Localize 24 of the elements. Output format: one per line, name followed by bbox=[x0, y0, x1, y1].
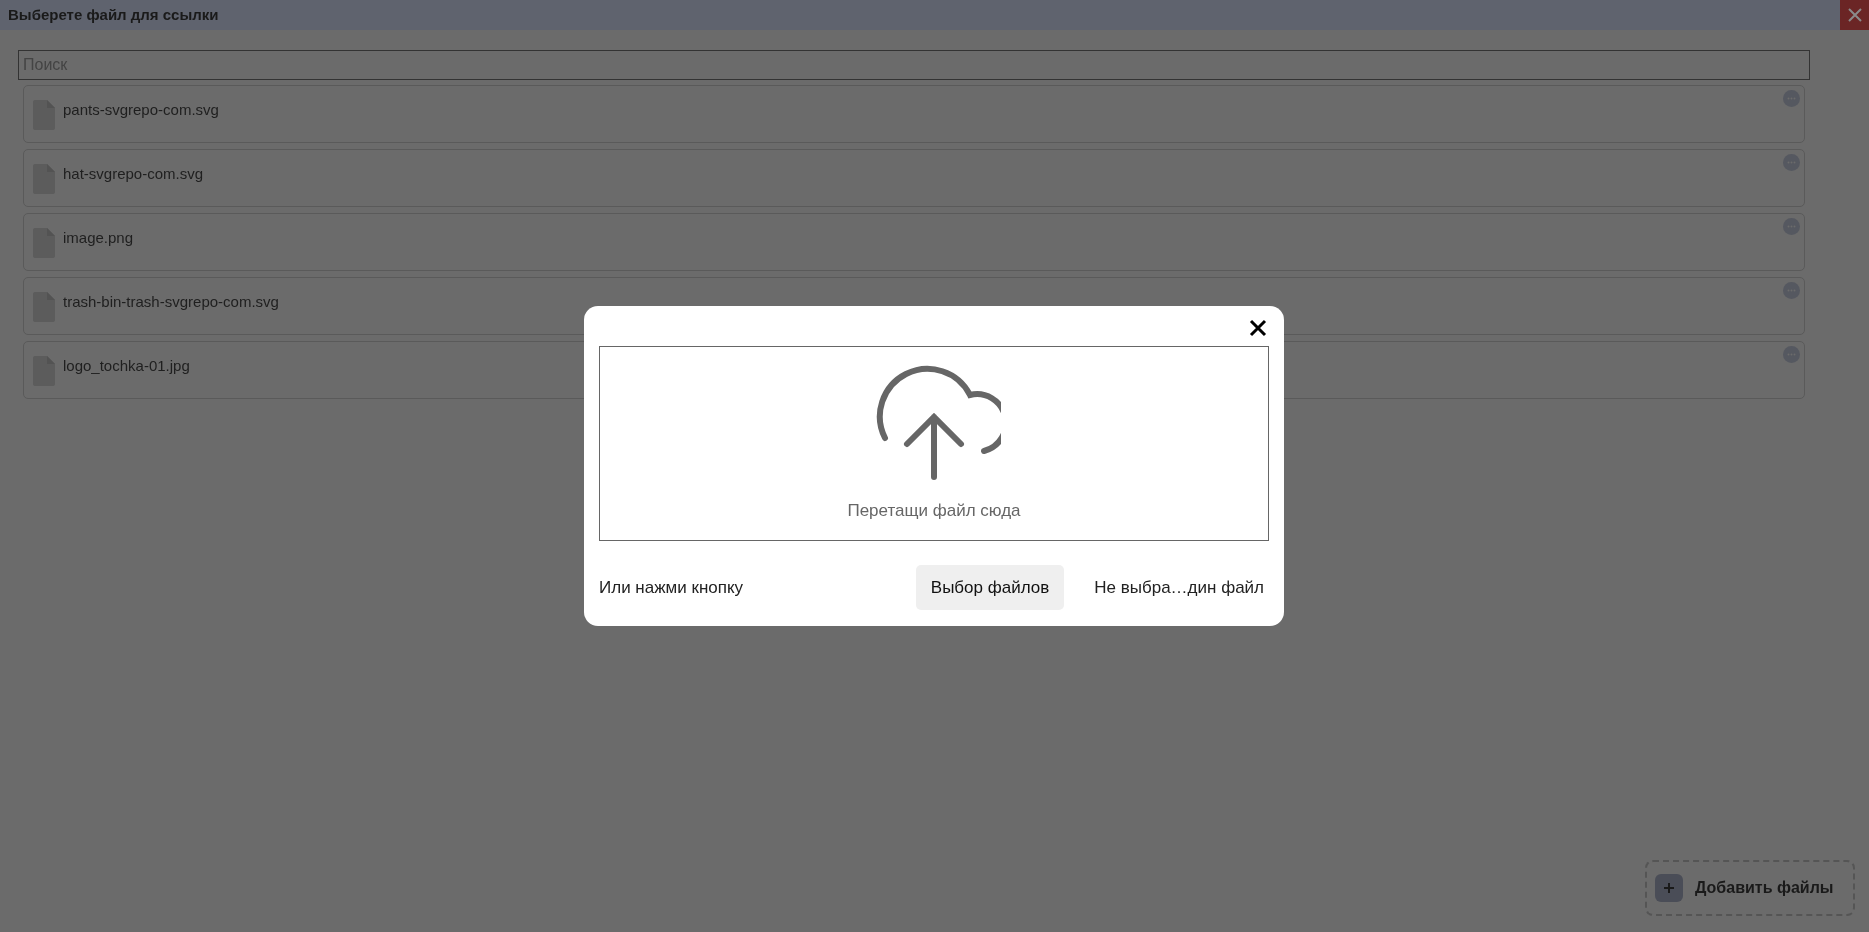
close-icon bbox=[1249, 319, 1267, 337]
file-status: Не выбра…дин файл bbox=[1094, 576, 1265, 599]
hint-text: Или нажми кнопку bbox=[599, 576, 744, 599]
window-title: Выберете файл для ссылки bbox=[8, 4, 219, 25]
file-icon bbox=[33, 292, 55, 322]
file-icon bbox=[33, 228, 55, 258]
file-icon bbox=[33, 356, 55, 386]
file-name: pants-svgrepo-com.svg bbox=[63, 99, 219, 120]
file-card[interactable]: hat-svgrepo-com.svg bbox=[23, 149, 1805, 207]
close-icon bbox=[1846, 7, 1863, 23]
file-name: hat-svgrepo-com.svg bbox=[63, 163, 204, 184]
choose-files-button[interactable]: Выбор файлов bbox=[915, 565, 1065, 610]
close-button[interactable] bbox=[1248, 318, 1268, 338]
file-icon bbox=[33, 100, 55, 130]
drop-text: Перетащи файл сюда bbox=[847, 500, 1021, 522]
file-icon bbox=[33, 164, 55, 194]
file-name: image.png bbox=[63, 227, 134, 248]
file-name: logo_tochka-01.jpg bbox=[63, 355, 190, 376]
plus-icon bbox=[1655, 874, 1683, 902]
file-card[interactable]: image.png bbox=[23, 213, 1805, 271]
add-files-button[interactable]: Добавить файлы bbox=[1645, 860, 1855, 916]
file-name: trash-bin-trash-svgrepo-com.svg bbox=[63, 291, 279, 312]
drop-zone[interactable]: Перетащи файл сюда bbox=[599, 346, 1269, 541]
file-card[interactable]: pants-svgrepo-com.svg bbox=[23, 85, 1805, 143]
